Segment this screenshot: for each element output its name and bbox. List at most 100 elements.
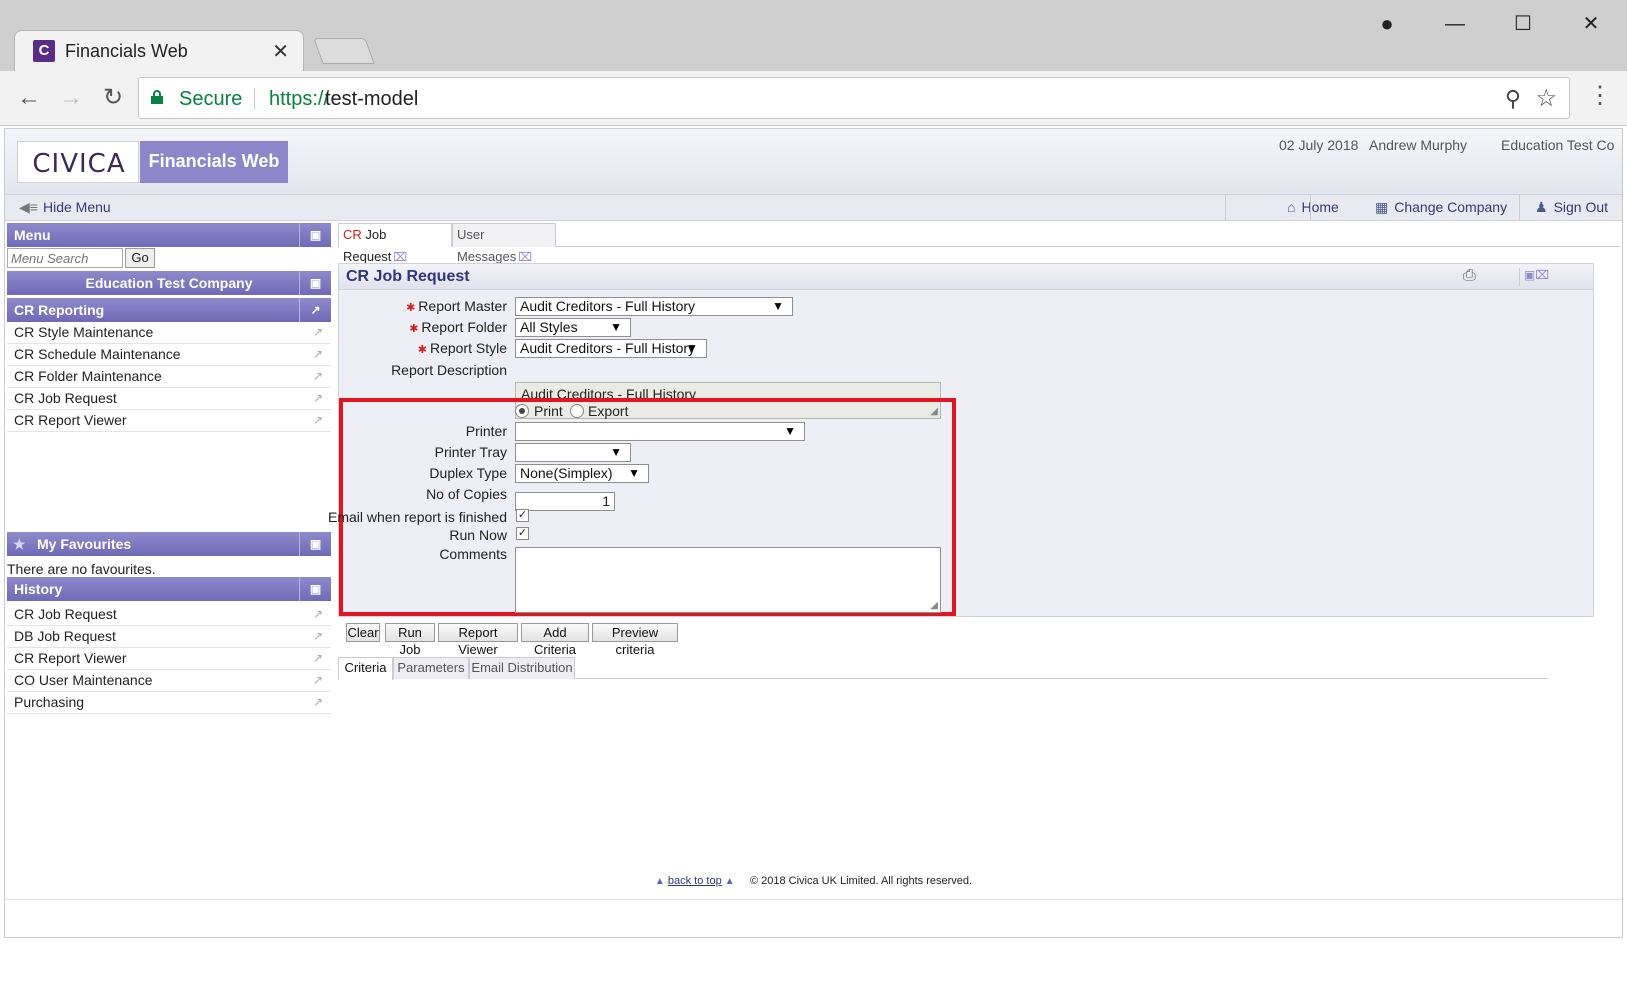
panel-close-icon[interactable]: ▣⌧: [1519, 268, 1553, 286]
copyright-text: © 2018 Civica UK Limited. All rights res…: [749, 875, 973, 887]
history-item-label: CR Report Viewer: [14, 650, 127, 666]
maximize-icon[interactable]: ☐: [1506, 10, 1540, 38]
cr-reporting-header[interactable]: CR Reporting ↗: [7, 298, 331, 322]
comments-textarea[interactable]: ◢: [515, 547, 941, 613]
open-external-icon[interactable]: ↗: [313, 692, 323, 713]
history-header[interactable]: History ▣: [7, 577, 331, 601]
favourites-title: My Favourites: [37, 536, 132, 552]
building-icon: ▦: [1375, 199, 1389, 215]
collapse-menu-icon: ◀≡: [19, 199, 38, 215]
minimize-icon[interactable]: —: [1438, 10, 1472, 38]
print-icon[interactable]: ⎙: [1463, 267, 1476, 285]
select-value: All Styles: [520, 319, 578, 335]
browser-tab-title: Financials Web: [65, 41, 188, 61]
open-external-icon[interactable]: ↗: [313, 322, 323, 343]
panel-options-icon[interactable]: ▣: [299, 223, 331, 247]
company-header[interactable]: Education Test Company ▣: [7, 271, 331, 295]
history-item-label: CO User Maintenance: [14, 672, 153, 688]
print-radio-label: Print: [534, 403, 563, 419]
tab-email-distribution[interactable]: Email Distribution: [469, 657, 575, 679]
history-item[interactable]: Purchasing ↗: [7, 692, 331, 714]
forward-arrow-icon[interactable]: →: [56, 83, 86, 113]
profile-icon[interactable]: ●: [1370, 10, 1404, 38]
open-external-icon[interactable]: ↗: [313, 626, 323, 647]
open-external-icon[interactable]: ↗: [313, 388, 323, 409]
open-external-icon[interactable]: ↗: [313, 604, 323, 625]
report-viewer-button[interactable]: Report Viewer: [438, 623, 518, 657]
report-style-select[interactable]: Audit Creditors - Full History ▼: [515, 339, 707, 358]
add-criteria-button[interactable]: Add Criteria: [521, 623, 589, 657]
history-item[interactable]: CO User Maintenance ↗: [7, 670, 331, 692]
copies-input[interactable]: 1: [515, 492, 615, 511]
menu-search-go-button[interactable]: Go: [125, 248, 155, 268]
preview-criteria-button[interactable]: Preview criteria: [592, 623, 678, 657]
menu-search-input[interactable]: [7, 248, 123, 268]
job-request-panel: CR Job Request ⎙ ▣⌧ ✱ Report Master Audit…: [328, 263, 1594, 617]
back-to-top-link[interactable]: back to top: [668, 875, 722, 887]
open-external-icon[interactable]: ↗: [313, 648, 323, 669]
open-external-icon[interactable]: ↗: [313, 344, 323, 365]
expand-section-icon[interactable]: ↗: [299, 298, 331, 322]
browser-menu-icon[interactable]: ⋮: [1588, 81, 1612, 110]
clear-button[interactable]: Clear: [346, 623, 380, 642]
sidebar-item-cr-style-maintenance[interactable]: CR Style Maintenance ↗: [7, 322, 331, 344]
tab-criteria[interactable]: Criteria: [338, 657, 393, 680]
sign-out-link[interactable]: ♟ Sign Out: [1535, 199, 1608, 216]
panel-options-icon[interactable]: ▣: [299, 271, 331, 295]
window-close-icon[interactable]: ✕: [1574, 10, 1608, 38]
new-tab-button[interactable]: [313, 38, 375, 64]
hide-menu-button[interactable]: ◀≡ Hide Menu: [19, 199, 111, 216]
sidebar-item-cr-report-viewer[interactable]: CR Report Viewer ↗: [7, 410, 331, 432]
printer-tray-select[interactable]: ▼: [515, 443, 631, 462]
sidebar-item-cr-folder-maintenance[interactable]: CR Folder Maintenance ↗: [7, 366, 331, 388]
panel-options-icon[interactable]: ▣: [299, 577, 331, 601]
home-icon: ⌂: [1287, 199, 1296, 215]
civica-favicon-icon: C: [33, 40, 55, 62]
panel-title-bar: CR Job Request ⎙ ▣⌧: [339, 264, 1593, 290]
print-radio[interactable]: [515, 404, 529, 418]
back-arrow-icon[interactable]: ←: [14, 83, 44, 113]
zoom-icon[interactable]: ⚲: [1505, 86, 1521, 112]
run-job-button[interactable]: Run Job: [385, 623, 435, 657]
change-company-link[interactable]: ▦ Change Company: [1375, 199, 1507, 216]
history-item[interactable]: DB Job Request ↗: [7, 626, 331, 648]
open-external-icon[interactable]: ↗: [313, 670, 323, 691]
tab-close-icon[interactable]: ✕: [272, 39, 289, 64]
tab-cr-job-request[interactable]: CR Job Request ⌧: [338, 223, 452, 264]
printer-select[interactable]: ▼: [515, 422, 805, 441]
company-title: Education Test Company: [85, 275, 253, 291]
tab-close-icon[interactable]: ⌧: [393, 250, 407, 264]
address-bar[interactable]: Secure https:// test-model ⚲ ☆: [138, 77, 1570, 119]
browser-tab[interactable]: C Financials Web ✕: [14, 30, 304, 71]
open-external-icon[interactable]: ↗: [313, 410, 323, 431]
favourites-header[interactable]: ★ My Favourites ▣: [7, 532, 331, 556]
bookmark-star-icon[interactable]: ☆: [1535, 84, 1557, 113]
header-date: 02 July 2018: [1279, 137, 1359, 153]
sidebar-item-cr-schedule-maintenance[interactable]: CR Schedule Maintenance ↗: [7, 344, 331, 366]
run-now-checkbox[interactable]: ✓: [516, 527, 529, 540]
select-value: None(Simplex): [520, 465, 613, 481]
sidebar-item-cr-job-request[interactable]: CR Job Request ↗: [7, 388, 331, 410]
email-when-finished-label: Email when report is finished: [328, 509, 507, 525]
history-item-label: DB Job Request: [14, 628, 116, 644]
reload-icon[interactable]: ↻: [98, 83, 128, 113]
email-when-finished-checkbox[interactable]: ✓: [516, 509, 529, 522]
report-folder-select[interactable]: All Styles ▼: [515, 318, 631, 337]
report-master-select[interactable]: Audit Creditors - Full History ▼: [515, 297, 793, 316]
resize-grip-icon[interactable]: ◢: [930, 600, 938, 611]
history-item[interactable]: CR Report Viewer ↗: [7, 648, 331, 670]
export-radio[interactable]: [570, 404, 584, 418]
duplex-type-select[interactable]: None(Simplex) ▼: [515, 464, 649, 483]
home-link[interactable]: ⌂ Home: [1287, 199, 1339, 215]
sidebar: Menu ▣ Go Education Test Company ▣ CR Re…: [7, 223, 331, 933]
civica-logo[interactable]: CIVICA: [17, 141, 139, 183]
sign-out-label: Sign Out: [1553, 199, 1609, 215]
history-item[interactable]: CR Job Request ↗: [7, 604, 331, 626]
tab-close-icon[interactable]: ⌧: [518, 250, 532, 264]
user-icon: ♟: [1535, 199, 1548, 215]
open-external-icon[interactable]: ↗: [313, 366, 323, 387]
panel-options-icon[interactable]: ▣: [299, 532, 331, 556]
tab-parameters[interactable]: Parameters: [393, 657, 469, 679]
tab-user-messages[interactable]: User Messages ⌧: [452, 223, 556, 264]
tab-prefix: CR: [343, 227, 362, 242]
